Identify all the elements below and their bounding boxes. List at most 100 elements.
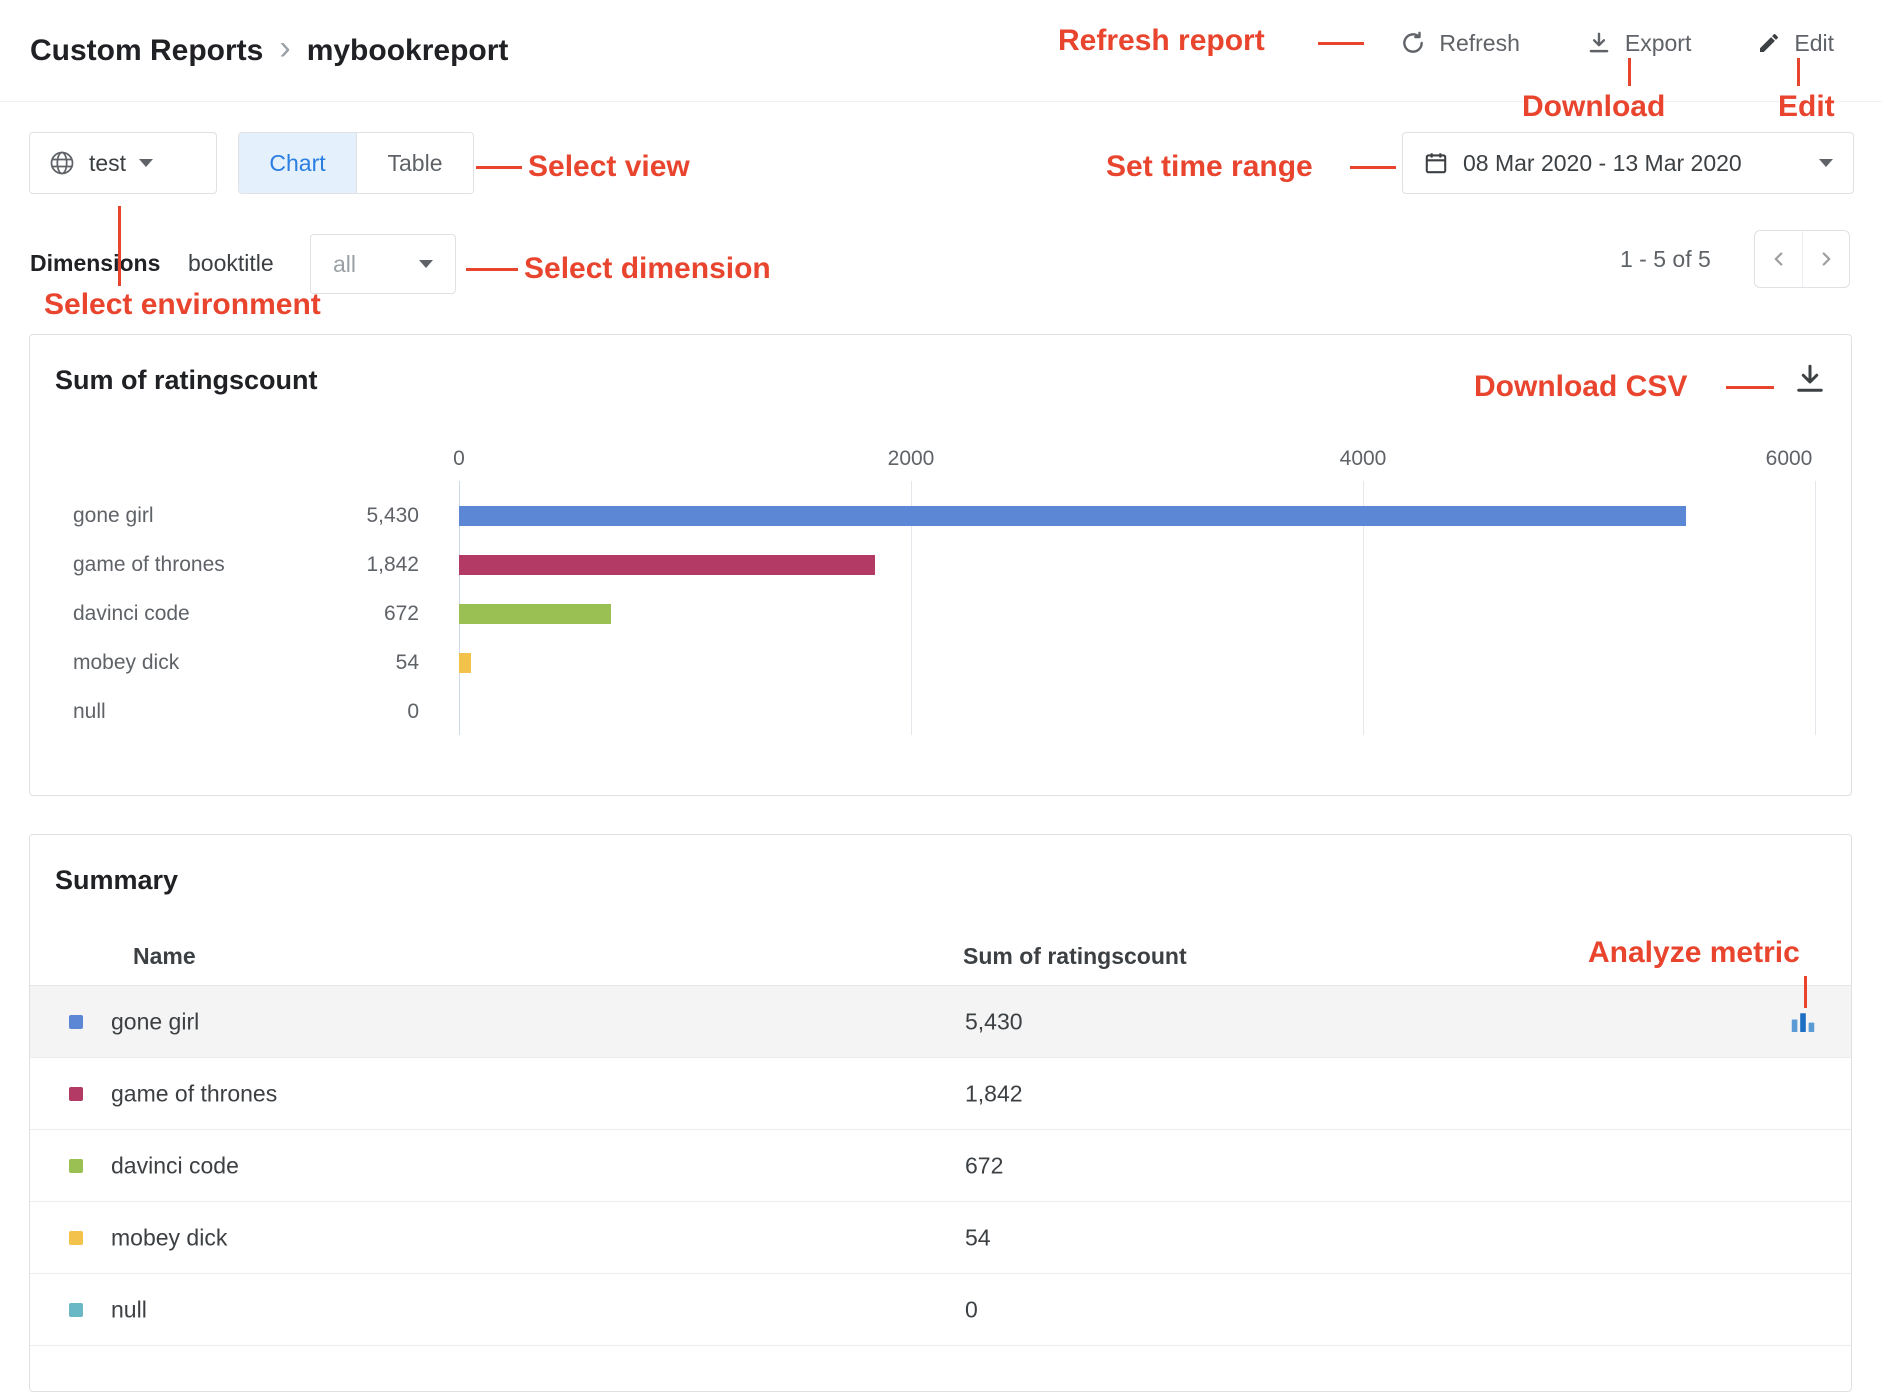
annotation-refresh-report: Refresh report — [1058, 24, 1265, 58]
tab-chart[interactable]: Chart — [239, 133, 356, 193]
x-tick-label: 2000 — [888, 447, 935, 471]
chart-category-label: davinci code — [73, 602, 323, 626]
pencil-icon — [1757, 31, 1781, 55]
row-name: davinci code — [111, 1152, 239, 1179]
chart-value-label: 1,842 — [323, 553, 419, 577]
chart-bar — [459, 653, 471, 673]
table-row[interactable]: null0 — [30, 1274, 1851, 1346]
chart-bar — [459, 555, 875, 575]
chart-bar-track — [459, 702, 1815, 722]
table-row[interactable]: davinci code 672 — [30, 1130, 1851, 1202]
chart-bar — [459, 506, 1686, 526]
chart-row: game of thrones1,842 — [30, 540, 1851, 589]
download-csv-icon[interactable] — [1792, 361, 1828, 402]
pager — [1754, 230, 1850, 288]
breadcrumb: Custom Reports › mybookreport — [30, 0, 508, 102]
column-header-name: Name — [133, 943, 196, 970]
edit-label: Edit — [1794, 30, 1834, 57]
row-color-swatch — [69, 1015, 83, 1029]
chart-category-label: gone girl — [73, 504, 323, 528]
annotation-line-select-environment — [118, 206, 121, 286]
chart-title: Sum of ratingscount — [55, 365, 318, 396]
annotation-line-select-dimension — [466, 268, 518, 271]
summary-rows: gone girl 5,430 game of thrones 1,842 davinc… — [30, 985, 1851, 1346]
row-color-swatch — [69, 1087, 83, 1101]
row-value: 1,842 — [965, 1080, 1023, 1107]
chevron-down-icon — [1819, 159, 1833, 167]
chart-bar-track — [459, 555, 1815, 575]
calendar-icon — [1423, 150, 1449, 176]
page: Custom Reports › mybookreport Refresh — [0, 0, 1882, 1396]
dimension-name: booktitle — [188, 250, 274, 277]
chevron-left-icon — [1768, 248, 1790, 270]
chart-bar-track — [459, 653, 1815, 673]
row-value: 5,430 — [965, 1008, 1023, 1035]
chart-value-label: 5,430 — [323, 504, 419, 528]
x-tick-label: 6000 — [1766, 447, 1813, 471]
chart-value-label: 54 — [323, 651, 419, 675]
row-name: game of thrones — [111, 1080, 277, 1107]
annotation-edit: Edit — [1778, 90, 1835, 124]
chart-row: mobey dick54 — [30, 638, 1851, 687]
environment-selector[interactable]: test — [29, 132, 217, 194]
chart-bar-track — [459, 506, 1815, 526]
chart-row: gone girl5,430 — [30, 491, 1851, 540]
annotation-line-analyze-metric — [1804, 976, 1807, 1008]
edit-button[interactable]: Edit — [1757, 30, 1834, 57]
annotation-download-csv: Download CSV — [1474, 370, 1687, 404]
annotation-line-set-time-range — [1350, 166, 1396, 169]
download-icon — [1586, 30, 1612, 56]
environment-value: test — [89, 150, 126, 177]
table-row[interactable]: game of thrones 1,842 — [30, 1058, 1851, 1130]
dimension-value-selector[interactable]: all — [310, 234, 456, 294]
analyze-metric-icon[interactable] — [1788, 1007, 1818, 1037]
table-row[interactable]: mobey dick 54 — [30, 1202, 1851, 1274]
chart-category-label: null — [73, 700, 323, 724]
summary-title: Summary — [55, 865, 178, 896]
chart-row: davinci code672 — [30, 589, 1851, 638]
column-header-value: Sum of ratingscount — [963, 943, 1187, 970]
annotation-download: Download — [1522, 90, 1665, 124]
export-label: Export — [1625, 30, 1691, 57]
chart-x-axis: 0200040006000 — [459, 447, 1815, 473]
annotation-line-download — [1628, 58, 1631, 86]
row-color-swatch — [69, 1303, 83, 1317]
annotation-line-refresh — [1318, 42, 1364, 45]
chart-category-label: game of thrones — [73, 553, 323, 577]
chart-bar-track — [459, 604, 1815, 624]
table-row[interactable]: gone girl 5,430 — [30, 986, 1851, 1058]
pagination-label: 1 - 5 of 5 — [1620, 246, 1711, 273]
next-page-button[interactable] — [1802, 231, 1849, 287]
chart-value-label: 0 — [323, 700, 419, 724]
date-range-value: 08 Mar 2020 - 13 Mar 2020 — [1463, 150, 1742, 177]
export-button[interactable]: Export — [1586, 30, 1691, 57]
annotation-select-view: Select view — [528, 150, 690, 184]
view-toggle: Chart Table — [238, 132, 474, 194]
tab-table[interactable]: Table — [356, 133, 473, 193]
annotation-analyze-metric: Analyze metric — [1588, 936, 1800, 970]
annotation-select-dimension: Select dimension — [524, 252, 771, 286]
date-range-selector[interactable]: 08 Mar 2020 - 13 Mar 2020 — [1402, 132, 1854, 194]
row-color-swatch — [69, 1231, 83, 1245]
chart-bar — [459, 604, 611, 624]
chart-category-label: mobey dick — [73, 651, 323, 675]
chevron-down-icon — [139, 159, 153, 167]
chart-value-label: 672 — [323, 602, 419, 626]
annotation-line-select-view — [476, 166, 522, 169]
row-value: 54 — [965, 1224, 991, 1251]
breadcrumb-custom-reports[interactable]: Custom Reports — [30, 34, 263, 68]
row-value: 672 — [965, 1152, 1003, 1179]
summary-card: Summary Name Sum of ratingscount gone gi… — [29, 834, 1852, 1392]
chevron-right-icon: › — [279, 31, 290, 65]
refresh-button[interactable]: Refresh — [1400, 30, 1520, 57]
annotation-select-environment: Select environment — [44, 288, 321, 322]
refresh-label: Refresh — [1439, 30, 1520, 57]
row-name: gone girl — [111, 1008, 199, 1035]
row-name: mobey dick — [111, 1224, 227, 1251]
dimension-value: all — [333, 251, 356, 278]
breadcrumb-report-name: mybookreport — [307, 34, 509, 68]
prev-page-button[interactable] — [1755, 231, 1802, 287]
row-color-swatch — [69, 1159, 83, 1173]
annotation-line-download-csv — [1726, 386, 1774, 389]
x-tick-label: 0 — [453, 447, 465, 471]
